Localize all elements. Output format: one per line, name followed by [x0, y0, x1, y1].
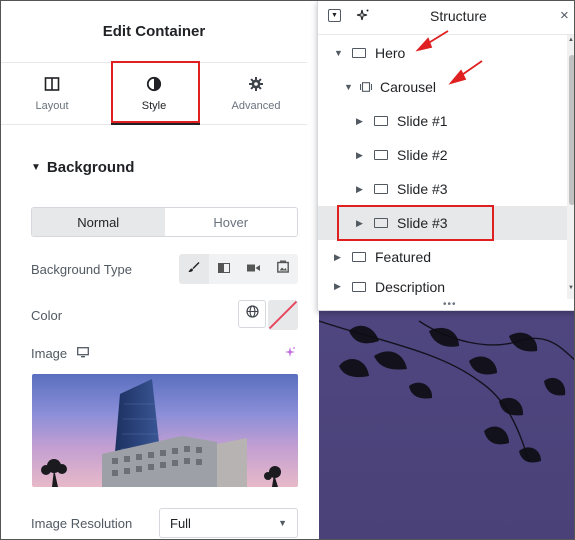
toggle-hover[interactable]: Hover: [164, 208, 297, 236]
structure-item-slide-1[interactable]: ▶ Slide #1: [318, 104, 567, 138]
bg-type-gradient[interactable]: [208, 254, 239, 284]
video-camera-icon: [246, 260, 260, 278]
brush-icon: [188, 260, 200, 278]
editor-window: Edit Container Layout Style Advanced ▼ B…: [0, 0, 575, 540]
layout-columns-icon: [44, 76, 60, 92]
gear-icon: [248, 76, 264, 92]
image-resolution-select[interactable]: Full ▼: [159, 508, 298, 538]
annotation-highlight-slide-3: [337, 205, 494, 241]
container-icon: [374, 116, 388, 126]
caret-right-icon[interactable]: ▶: [334, 252, 344, 263]
structure-item-label: Description: [375, 278, 446, 295]
panel-title: Edit Container: [1, 1, 307, 63]
toggle-normal[interactable]: Normal: [32, 208, 165, 236]
annotation-highlight-style-tab: [111, 61, 200, 123]
caret-right-icon[interactable]: ▶: [356, 150, 366, 161]
gradient-icon: [217, 260, 230, 278]
container-icon: [374, 150, 388, 160]
slideshow-icon: [277, 260, 290, 278]
tab-layout[interactable]: Layout: [1, 63, 103, 124]
structure-item-slide-3[interactable]: ▶ Slide #3: [318, 172, 567, 206]
global-colors-button[interactable]: [238, 300, 266, 328]
scroll-down-icon[interactable]: ▼: [568, 285, 574, 291]
background-image-preview[interactable]: [32, 374, 298, 487]
color-swatch-empty[interactable]: [268, 300, 298, 330]
image-resolution-label: Image Resolution: [31, 516, 133, 531]
image-resolution-value: Full: [170, 515, 191, 531]
bg-type-video[interactable]: [238, 254, 269, 284]
ai-sparkle-icon[interactable]: [284, 346, 296, 361]
resize-grip-icon[interactable]: •••: [443, 299, 457, 310]
background-type-selector: [179, 254, 298, 284]
structure-item-label: Slide #2: [397, 147, 448, 163]
structure-item-label: Slide #1: [397, 113, 448, 129]
container-icon: [352, 281, 366, 292]
container-icon: [352, 252, 366, 262]
image-label: Image: [31, 346, 68, 361]
color-controls: [238, 300, 298, 330]
building-photo: [41, 379, 281, 487]
caret-down-icon: ▼: [31, 162, 41, 173]
background-type-label: Background Type: [31, 262, 132, 277]
tab-advanced[interactable]: Advanced: [205, 63, 307, 124]
structure-item-slide-2[interactable]: ▶ Slide #2: [318, 138, 567, 172]
color-label: Color: [31, 308, 63, 323]
structure-item-label: Slide #3: [397, 181, 448, 197]
globe-icon: [245, 305, 259, 323]
section-background-title: Background: [46, 159, 135, 176]
structure-item-label: Featured: [375, 249, 432, 265]
container-icon: [374, 184, 388, 194]
bg-type-slideshow[interactable]: [268, 254, 298, 284]
section-background-header[interactable]: ▼ Background: [31, 159, 134, 176]
bg-type-classic[interactable]: [179, 254, 209, 284]
state-toggle: Normal Hover: [31, 207, 298, 237]
structure-item-description[interactable]: ▶ Description: [318, 274, 567, 299]
tab-advanced-label: Advanced: [231, 99, 281, 112]
image-label-row: Image: [31, 346, 90, 361]
chevron-down-icon: ▼: [278, 518, 287, 528]
desktop-responsive-icon[interactable]: [77, 346, 90, 361]
structure-panel: ▼ Structure × ▼ Hero ▼ Carousel ▶ Slide …: [317, 1, 574, 311]
caret-right-icon[interactable]: ▶: [356, 184, 366, 195]
caret-right-icon[interactable]: ▶: [334, 281, 344, 292]
structure-item-featured[interactable]: ▶ Featured: [318, 240, 567, 274]
tab-layout-label: Layout: [35, 99, 69, 112]
caret-right-icon[interactable]: ▶: [356, 116, 366, 127]
annotation-arrows: [415, 30, 483, 85]
edit-panel: Edit Container Layout Style Advanced ▼ B…: [1, 1, 307, 539]
